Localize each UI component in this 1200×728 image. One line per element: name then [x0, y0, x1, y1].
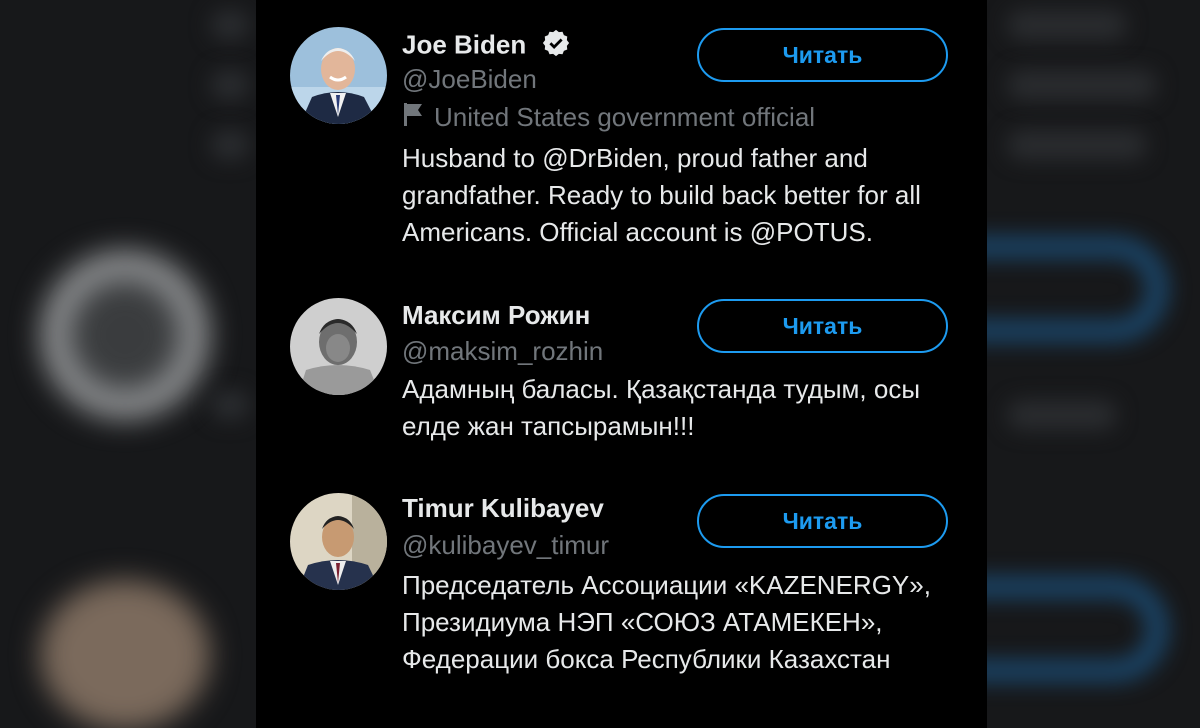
list-item-account[interactable]: Максим Рожин @maksim_rozhin Адамның бала…: [256, 280, 987, 480]
account-name[interactable]: Joe Biden: [402, 28, 571, 65]
account-name-text: Joe Biden: [402, 29, 527, 60]
follow-button[interactable]: Читать: [697, 28, 948, 82]
blurred-avatar-inner: [70, 280, 180, 390]
list-item-account[interactable]: Timur Kulibayev @kulibayev_timur Председ…: [256, 476, 987, 728]
blurred-text: [210, 130, 250, 160]
account-name[interactable]: Timur Kulibayev: [402, 493, 604, 524]
blurred-text: [210, 70, 250, 100]
account-bio: Адамның баласы. Қазақстанда тудым, осы е…: [402, 374, 921, 441]
blurred-follow-button: [987, 240, 1165, 338]
blurred-text: [210, 10, 250, 40]
account-label: United States government official: [402, 101, 815, 134]
blurred-background-left: [0, 0, 256, 728]
avatar[interactable]: [290, 298, 387, 395]
list-item-account[interactable]: Joe Biden @JoeBiden United States govern…: [256, 0, 987, 280]
account-bio: Husband to @DrBiden, proud father and gr…: [402, 143, 921, 247]
blurred-follow-button: [987, 580, 1165, 678]
blurred-text: [1007, 400, 1117, 430]
account-handle: @JoeBiden: [402, 64, 537, 94]
avatar[interactable]: [290, 493, 387, 590]
government-label-text: United States government official: [434, 102, 816, 132]
account-name[interactable]: Максим Рожин: [402, 300, 590, 331]
who-to-follow-list: Joe Biden @JoeBiden United States govern…: [256, 0, 987, 728]
follow-button[interactable]: Читать: [697, 494, 948, 548]
blurred-text: [1007, 10, 1127, 40]
avatar[interactable]: [290, 27, 387, 124]
blurred-avatar: [40, 580, 210, 728]
flag-icon: [402, 101, 424, 134]
blurred-text: [1007, 130, 1147, 160]
blurred-background-right: [987, 0, 1200, 728]
blurred-text: [210, 390, 250, 420]
account-handle: @kulibayev_timur: [402, 530, 610, 560]
follow-button[interactable]: Читать: [697, 299, 948, 353]
account-bio: Председатель Ассоциации «KAZENERGY», Пре…: [402, 570, 931, 674]
verified-badge-icon: [541, 28, 571, 65]
blurred-text: [1007, 70, 1157, 100]
account-handle: @maksim_rozhin: [402, 336, 604, 366]
